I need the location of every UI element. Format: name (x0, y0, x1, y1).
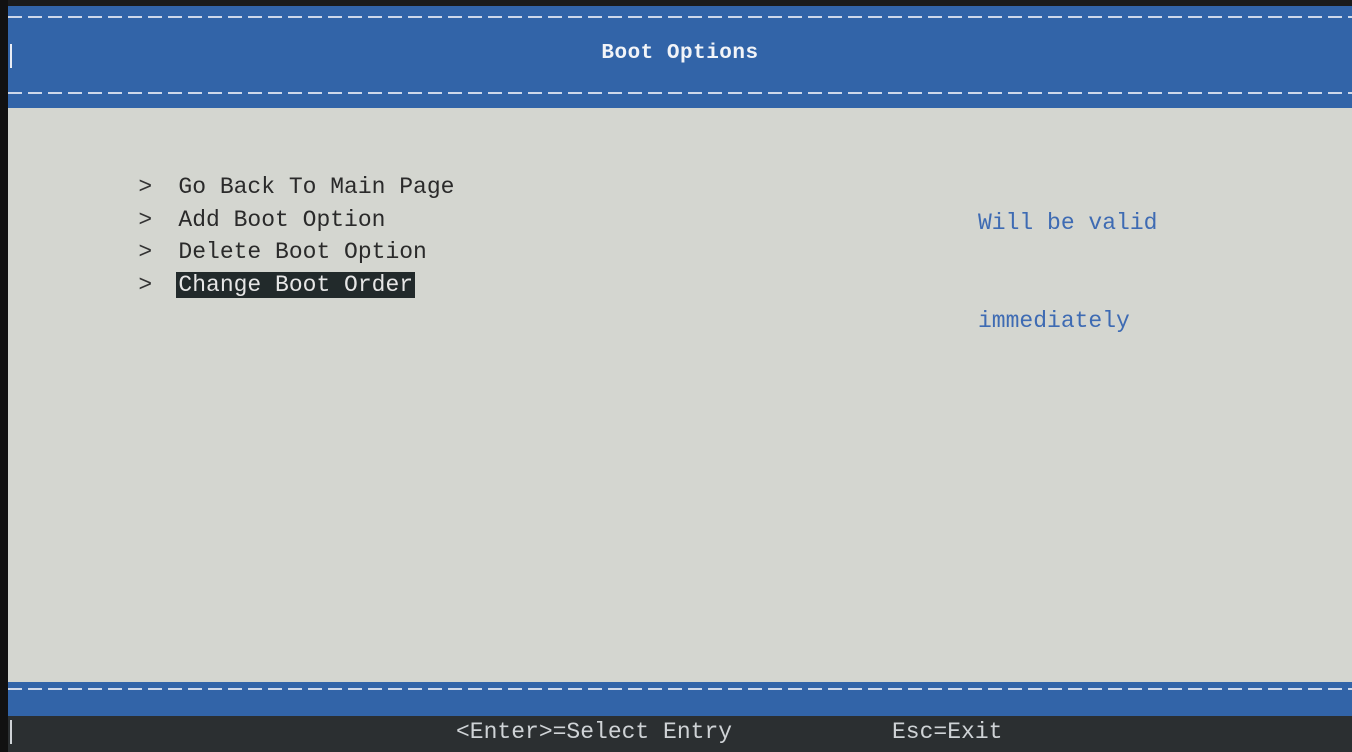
menu-item-label: Delete Boot Option (178, 239, 427, 265)
footer-left-border (10, 720, 12, 744)
bios-screen: Boot Options > Go Back To Main Page > Add … (0, 0, 1352, 752)
enter-key-hint: <Enter>=Select Entry (456, 719, 733, 745)
header-top-border (8, 16, 1352, 18)
menu-arrow-icon: > (138, 239, 153, 265)
menu-item-label: Change Boot Order (176, 271, 416, 298)
footer-border-bar (8, 682, 1352, 716)
menu-item-go-back[interactable]: > Go Back To Main Page (28, 142, 456, 200)
help-line-1: Will be valid (978, 210, 1158, 236)
footer-top-border (8, 688, 1352, 690)
esc-key-hint: Esc=Exit (892, 719, 1003, 745)
page-title: Boot Options (601, 42, 759, 65)
main-panel: > Go Back To Main Page > Add Boot Option >… (8, 108, 1352, 682)
menu-item-label: Add Boot Option (178, 206, 386, 233)
menu-arrow-icon: > (138, 271, 153, 298)
header-bar: Boot Options (8, 6, 1352, 108)
menu-item-label: Go Back To Main Page (178, 174, 455, 200)
header-bottom-border (8, 92, 1352, 94)
left-border (0, 0, 8, 752)
boot-options-menu: > Go Back To Main Page > Add Boot Option >… (28, 142, 456, 298)
help-line-2: immediately (978, 307, 1130, 334)
menu-arrow-icon: > (138, 206, 153, 233)
help-text: Will be valid immediately (978, 142, 1157, 402)
menu-arrow-icon: > (138, 174, 153, 200)
footer-key-hints: <Enter>=Select Entry Esc=Exit (8, 716, 1352, 752)
